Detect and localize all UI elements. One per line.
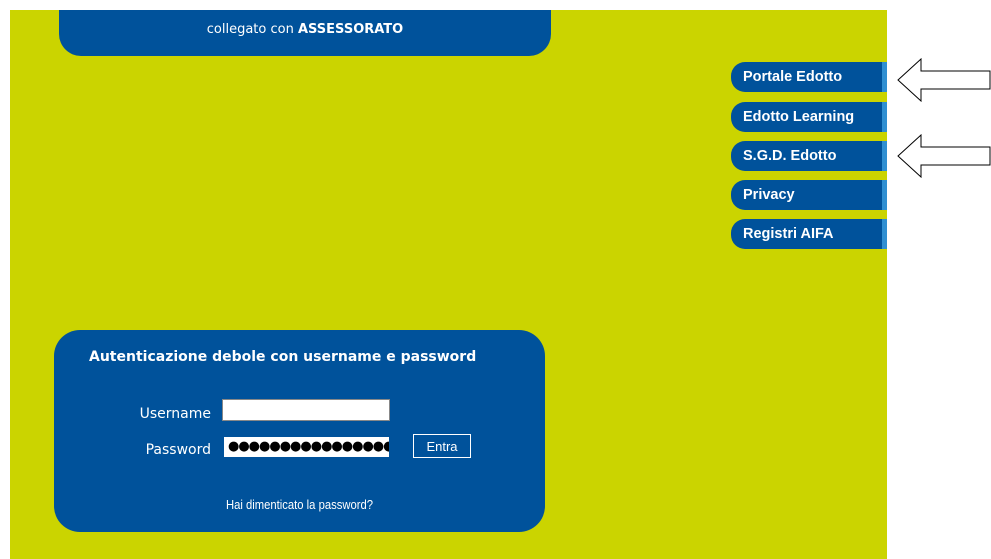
username-label: Username	[139, 406, 211, 422]
nav-item-portale-edotto[interactable]: Portale Edotto	[731, 62, 887, 92]
nav-item-label: Edotto Learning	[743, 109, 855, 125]
username-field[interactable]	[222, 399, 390, 421]
connection-entity: ASSESSORATO	[297, 22, 404, 37]
nav-item-label: Portale Edotto	[743, 69, 843, 85]
left-arrow-icon	[897, 134, 991, 178]
forgot-password-link[interactable]: Hai dimenticato la password?	[79, 498, 521, 512]
entra-button[interactable]: Entra	[413, 434, 471, 458]
password-label: Password	[145, 442, 211, 458]
login-panel: Autenticazione debole con username e pas…	[54, 330, 545, 532]
nav-item-label: S.G.D. Edotto	[743, 148, 837, 164]
login-title: Autenticazione debole con username e pas…	[89, 349, 477, 365]
connection-prefix: collegato con	[206, 22, 294, 37]
password-field[interactable]: ●●●●●●●●●●●●●●●●	[224, 437, 389, 457]
left-arrow-icon	[897, 58, 991, 102]
nav-item-label: Privacy	[743, 187, 795, 203]
nav-item-registri-aifa[interactable]: Registri AIFA	[731, 219, 887, 249]
nav-item-edotto-learning[interactable]: Edotto Learning	[731, 102, 887, 132]
nav-item-privacy[interactable]: Privacy	[731, 180, 887, 210]
connection-banner: collegato con ASSESSORATO	[59, 10, 551, 56]
nav-item-label: Registri AIFA	[743, 226, 834, 242]
nav-item-sgd-edotto[interactable]: S.G.D. Edotto	[731, 141, 887, 171]
